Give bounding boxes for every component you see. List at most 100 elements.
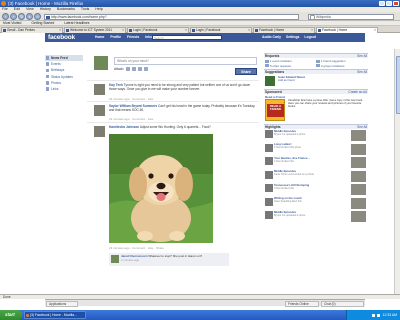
- facebook-logo[interactable]: facebook: [48, 34, 75, 42]
- search-placeholder: Wikipedia: [316, 14, 331, 19]
- bookmark-latest-headlines[interactable]: Latest Headlines: [64, 21, 89, 25]
- request-label: 5 other requests: [270, 63, 291, 68]
- address-url: http://www.facebook.com/home.php?: [51, 14, 107, 19]
- back-icon[interactable]: ‹: [2, 13, 9, 20]
- tab-label: Gmail - Dan Pentes: [7, 28, 35, 32]
- request-item[interactable]: 1 event invitation: [265, 59, 292, 63]
- post-photo[interactable]: [109, 134, 213, 243]
- highlight-item[interactable]: Long Ladies! 4 friends liked this photo: [264, 142, 368, 157]
- comment-body: Jared Chervonsorn Whatever to stop? She …: [121, 254, 226, 262]
- bookmark-most-visited[interactable]: Most Visited: [3, 21, 21, 25]
- friends-online-button[interactable]: Friends Online: [285, 300, 319, 307]
- highlight-item[interactable]: Writing on the couch Clare Spadding liked…: [264, 196, 368, 211]
- highlight-avatar: [265, 130, 273, 138]
- ad-image[interactable]: READ A FRIEND: [265, 99, 285, 121]
- request-item[interactable]: 5 other requests: [265, 64, 291, 68]
- status-input[interactable]: What's on your mind?: [114, 57, 257, 65]
- minimize-button[interactable]: [379, 1, 385, 6]
- sidebar-item-label: Photos: [51, 80, 61, 85]
- address-bar[interactable]: http://www.facebook.com/home.php?: [44, 13, 299, 20]
- firefox-icon: [26, 314, 29, 317]
- scrollbar-thumb[interactable]: [395, 56, 400, 114]
- home-icon[interactable]: ⌂: [34, 13, 41, 20]
- event-attach-icon[interactable]: [138, 67, 143, 71]
- post-comment: Jared Chervonsorn Whatever to stop? She …: [109, 253, 229, 266]
- sponsored-ad[interactable]: Read a Friend READ A FRIEND Cloudship fa…: [264, 94, 368, 124]
- highlight-thumbnail[interactable]: [351, 143, 366, 155]
- link-attach-icon[interactable]: [144, 67, 149, 71]
- post-avatar[interactable]: [94, 84, 105, 95]
- post-meta[interactable]: 23 minutes ago · Comment · Like · Share: [109, 246, 164, 250]
- highlight-thumbnail[interactable]: [351, 170, 366, 182]
- post-avatar[interactable]: [94, 105, 105, 116]
- highlight-item[interactable]: Middle Episodes Bryant Ivo uploaded a pho…: [264, 129, 368, 143]
- nav-settings[interactable]: Settings: [286, 33, 299, 42]
- suggestion-avatar[interactable]: [265, 76, 275, 86]
- nav-account-name[interactable]: Audio Carly: [262, 33, 281, 42]
- facebook-search-input[interactable]: Search: [152, 35, 222, 40]
- photo-attach-icon[interactable]: [126, 67, 131, 71]
- share-button[interactable]: Share: [235, 68, 257, 75]
- event-icon: [265, 59, 269, 63]
- video-attach-icon[interactable]: [132, 67, 137, 71]
- window-titlebar: (3) Facebook | Home - Mozilla Firefox: [0, 0, 400, 7]
- highlight-thumbnail[interactable]: [351, 130, 366, 141]
- sidebar-item-label: Links: [51, 86, 59, 91]
- page-scrollbar[interactable]: [394, 49, 400, 294]
- start-button[interactable]: start: [0, 310, 22, 320]
- post-text: Adjust some Wo Hunting. Only 6 quarrels.…: [139, 125, 211, 129]
- reload-icon[interactable]: ↻: [18, 13, 25, 20]
- close-button[interactable]: [393, 1, 399, 6]
- network-icon[interactable]: [377, 313, 381, 317]
- suggestion-text: Isaac Edward Nunez Add as friend: [278, 75, 366, 83]
- chat-button[interactable]: Chat (0): [321, 300, 364, 307]
- feed-post: Kamilecha Johnson Adjust some Wo Hunting…: [87, 122, 259, 288]
- request-item[interactable]: 2 group invitations: [316, 64, 344, 68]
- highlight-item[interactable]: Middle Episodes Carla Torres commented on…: [264, 169, 368, 184]
- browser-search-input[interactable]: Wikipedia: [308, 13, 394, 20]
- highlight-item[interactable]: Tennessee's Hill Stomping 3 friends liked…: [264, 183, 368, 197]
- tab-favicon-icon: [192, 29, 195, 33]
- ad-text: Cloudship fans have a prime offer. Get a…: [288, 99, 363, 109]
- nav-profile[interactable]: Profile: [110, 33, 121, 42]
- nav-home[interactable]: Home: [95, 33, 104, 42]
- user-avatar[interactable]: [94, 56, 108, 70]
- highlight-thumbnail[interactable]: [351, 157, 366, 168]
- facebook-header: facebook Home Profile Friends Inbox Sear…: [0, 33, 400, 49]
- sidebar-item-links[interactable]: Links: [45, 86, 83, 92]
- request-label: 1 friend suggestion: [321, 59, 346, 63]
- tab-favicon-icon: [3, 29, 6, 33]
- site-favicon-icon: [46, 15, 50, 19]
- clock[interactable]: 12:33 AM: [383, 313, 397, 317]
- sidebar-item-label: News Feed: [51, 56, 68, 60]
- highlight-thumbnail[interactable]: [351, 211, 366, 222]
- nav-logout[interactable]: Logout: [304, 33, 316, 42]
- nav-friends[interactable]: Friends: [127, 33, 139, 42]
- request-item[interactable]: 1 friend suggestion: [316, 59, 345, 63]
- requests-list: 1 event invitation 5 other requests 1 fr…: [264, 58, 368, 69]
- taskbar-item-firefox[interactable]: (3) Facebook | Home - Mozilla...: [24, 311, 86, 319]
- post-avatar[interactable]: [94, 126, 105, 137]
- highlight-subtext: Bryant Ivo uploaded a photo: [274, 213, 306, 217]
- tab-label: Login | Facebook: [196, 28, 221, 32]
- highlight-item[interactable]: Middle Episodes Bryant Ivo uploaded a pho…: [264, 210, 368, 224]
- add-as-friend-link[interactable]: Add as friend: [278, 78, 294, 82]
- highlights-list: Middle Episodes Bryant Ivo uploaded a pho…: [264, 129, 368, 224]
- applications-button[interactable]: Applications: [46, 300, 78, 307]
- maximize-button[interactable]: [386, 1, 392, 6]
- highlight-thumbnail[interactable]: [351, 197, 366, 209]
- volume-icon[interactable]: [371, 313, 375, 317]
- highlight-item[interactable]: Your Beeties, Eve France... 4 friends lik…: [264, 156, 368, 170]
- comment-avatar[interactable]: [111, 255, 119, 263]
- news-feed-icon: [45, 56, 49, 60]
- bookmark-getting-started[interactable]: Getting Started: [31, 21, 54, 25]
- window-title: (3) Facebook | Home - Mozilla Firefox: [8, 1, 84, 6]
- post-author[interactable]: Kamilecha Johnson: [109, 125, 139, 129]
- highlight-thumbnail[interactable]: [351, 184, 366, 195]
- forward-icon[interactable]: ›: [10, 13, 17, 20]
- stop-icon[interactable]: ×: [26, 13, 33, 20]
- post-meta[interactable]: 23 minutes ago · Comment · Like: [109, 117, 153, 121]
- request-icon: [265, 64, 269, 67]
- tab-label: Facebook | Home: [259, 28, 285, 32]
- news-feed: What's on your mind? Attach: Share Kay T…: [87, 50, 259, 288]
